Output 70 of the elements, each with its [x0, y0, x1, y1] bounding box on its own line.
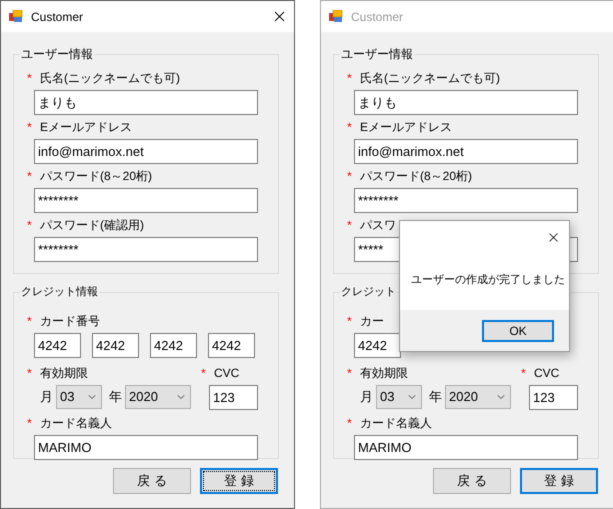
form-button[interactable]: 登 録 — [200, 468, 278, 494]
required-mark: * — [347, 168, 353, 185]
group-title: ユーザー情報 — [20, 46, 94, 63]
required-mark: * — [27, 312, 33, 330]
month-label: 月 — [360, 388, 373, 406]
field-label: カー — [360, 312, 384, 330]
required-mark: * — [27, 119, 33, 136]
required-mark: * — [347, 217, 353, 234]
form-button[interactable]: 戻 る — [113, 468, 191, 494]
text-field[interactable]: MARIMO — [354, 434, 578, 460]
field-label: Eメールアドレス — [40, 119, 132, 136]
field-label: 氏名(ニックネームでも可) — [40, 70, 180, 87]
text-field[interactable]: MARIMO — [34, 434, 258, 460]
group-title: ユーザー情報 — [340, 46, 414, 63]
field-label: パスワード(8～20桁) — [40, 168, 152, 185]
text-field[interactable]: 123 — [209, 384, 258, 410]
required-mark: * — [27, 217, 33, 234]
required-mark: * — [521, 364, 527, 382]
year-label: 年 — [429, 388, 442, 406]
form-button[interactable]: 戻 る — [433, 468, 511, 494]
required-mark: * — [27, 70, 33, 87]
field-label: カード名義人 — [360, 414, 432, 432]
group-title: クレジット情報 — [20, 285, 99, 300]
field-label: Eメールアドレス — [360, 119, 452, 136]
required-mark: * — [347, 364, 353, 382]
required-mark: * — [27, 414, 33, 432]
dropdown[interactable]: 2020 — [445, 384, 511, 408]
form-button[interactable]: 登 録 — [520, 468, 598, 494]
year-label: 年 — [109, 388, 122, 406]
month-label: 月 — [40, 388, 53, 406]
dialog-message: ユーザーの作成が完了しました — [411, 274, 565, 286]
window-title: Customer — [31, 8, 84, 26]
dropdown[interactable]: 2020 — [125, 384, 191, 408]
text-field[interactable]: info@marimox.net — [354, 139, 578, 164]
required-mark: * — [201, 364, 207, 382]
ok-button[interactable]: OK — [482, 320, 554, 342]
group-title: クレジット — [340, 285, 397, 300]
required-mark: * — [347, 119, 353, 136]
required-mark: * — [27, 364, 33, 382]
field-label: 有効期限 — [360, 364, 408, 382]
window-title: Customer — [351, 8, 404, 26]
text-field[interactable]: 4242 — [354, 332, 401, 358]
field-label: 氏名(ニックネームでも可) — [360, 70, 500, 87]
field-label: パスワード(8～20桁) — [360, 168, 472, 185]
text-field[interactable]: まりも — [354, 90, 578, 115]
required-mark: * — [347, 312, 353, 330]
text-field[interactable]: 4242 — [34, 332, 81, 358]
required-mark: * — [27, 168, 33, 185]
field-label: 有効期限 — [40, 364, 88, 382]
app-icon — [329, 10, 343, 23]
field-label: CVC — [214, 364, 240, 382]
dropdown[interactable]: 03 — [376, 384, 422, 408]
text-field[interactable]: ******** — [34, 188, 258, 213]
required-mark: * — [347, 70, 353, 87]
dropdown[interactable]: 03 — [56, 384, 102, 408]
required-mark: * — [347, 414, 353, 432]
text-field[interactable]: ******** — [354, 188, 578, 213]
text-field[interactable]: まりも — [34, 90, 258, 115]
text-field[interactable]: 123 — [529, 384, 578, 410]
field-label: パスワード(確認用) — [40, 217, 144, 234]
text-field[interactable]: 4242 — [92, 332, 139, 358]
text-field[interactable]: 4242 — [208, 332, 255, 358]
text-field[interactable]: info@marimox.net — [34, 139, 258, 164]
text-field[interactable]: 4242 — [150, 332, 197, 358]
text-field[interactable]: ******** — [34, 237, 258, 262]
field-label: カード名義人 — [40, 414, 112, 432]
app-icon — [9, 10, 23, 23]
field-label: パスワ — [360, 217, 396, 234]
field-label: CVC — [534, 364, 560, 382]
field-label: カード番号 — [40, 312, 100, 330]
